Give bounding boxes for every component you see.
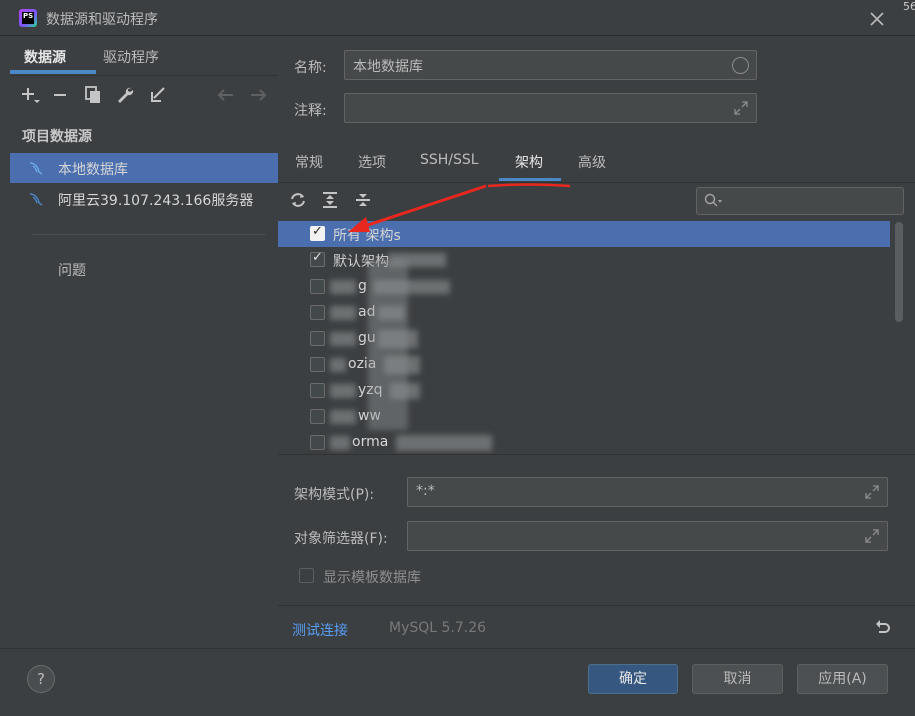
datasource-item-aliyun[interactable]: 阿里云39.107.243.166服务器 — [10, 184, 278, 214]
comment-label: 注释: — [294, 103, 327, 119]
schema-list: 所有 架构s 默认架构 g ad gu ozia yzq ww — [278, 220, 915, 454]
help-button[interactable]: ? — [27, 665, 55, 693]
copy-icon[interactable] — [83, 85, 103, 105]
redaction-blur — [330, 280, 356, 294]
redaction-blur — [330, 436, 350, 450]
comment-field[interactable] — [344, 93, 757, 123]
datasource-item-local[interactable]: 本地数据库 — [10, 153, 278, 183]
title-bar: PS 数据源和驱动程序 56 — [0, 0, 915, 36]
divider — [278, 605, 915, 606]
object-filter-label: 对象筛选器(F): — [294, 531, 388, 547]
tab-general[interactable]: 常规 — [295, 152, 323, 172]
apply-button[interactable]: 应用(A) — [797, 664, 888, 694]
background-text-fragment: 56 — [903, 0, 915, 13]
schema-list-scrollbar[interactable] — [895, 222, 903, 322]
expand-icon[interactable] — [864, 528, 880, 544]
refresh-icon[interactable] — [289, 191, 307, 209]
schema-search-input[interactable] — [696, 187, 904, 215]
schema-label: orma — [352, 434, 389, 450]
redaction-blur — [396, 435, 492, 451]
tab-drivers[interactable]: 驱动程序 — [103, 47, 159, 67]
reset-icon[interactable] — [873, 619, 891, 637]
active-tab-indicator — [10, 70, 96, 74]
object-filter-field[interactable] — [407, 521, 888, 551]
datasource-label: 本地数据库 — [58, 162, 128, 178]
name-label: 名称: — [294, 60, 327, 76]
left-tabs: 数据源 驱动程序 — [10, 36, 278, 76]
redaction-blur — [330, 410, 356, 424]
forward-arrow-icon[interactable] — [248, 85, 268, 105]
schema-checkbox[interactable] — [310, 305, 325, 320]
show-template-checkbox[interactable] — [299, 568, 314, 583]
datasource-panel: 数据源 驱动程序 项目数据源 本地数据库 阿里云39.107.243.166服务… — [10, 36, 278, 648]
schema-row[interactable]: orma — [278, 430, 890, 454]
redaction-blur — [330, 306, 356, 320]
mysql-dolphin-icon — [29, 193, 43, 206]
annotation-arrow — [348, 184, 487, 232]
search-icon — [704, 193, 722, 207]
problems-item[interactable]: 问题 — [58, 260, 86, 280]
schema-label: g — [358, 278, 367, 294]
schema-pattern-label: 架构模式(P): — [294, 487, 375, 503]
schema-checkbox[interactable] — [310, 279, 325, 294]
tab-datasources[interactable]: 数据源 — [24, 47, 66, 67]
import-icon[interactable] — [148, 85, 168, 105]
expand-icon[interactable] — [733, 100, 749, 116]
tab-advanced[interactable]: 高级 — [578, 152, 606, 172]
divider — [32, 234, 266, 235]
schema-checkbox[interactable] — [310, 357, 325, 372]
schema-checkbox[interactable] — [310, 250, 325, 267]
project-datasources-heading: 项目数据源 — [22, 129, 92, 145]
driver-version: MySQL 5.7.26 — [389, 620, 487, 636]
redaction-blur — [330, 384, 356, 398]
back-arrow-icon[interactable] — [216, 85, 236, 105]
redaction-blur — [330, 358, 346, 372]
datasource-label: 阿里云39.107.243.166服务器 — [58, 193, 254, 209]
redaction-blur — [330, 332, 356, 346]
expand-icon[interactable] — [864, 484, 880, 500]
schema-checkbox[interactable] — [310, 383, 325, 398]
schema-checkbox[interactable] — [310, 224, 325, 241]
expand-all-icon[interactable] — [321, 191, 339, 209]
cancel-button[interactable]: 取消 — [692, 664, 783, 694]
tab-options[interactable]: 选项 — [358, 152, 386, 172]
test-connection-link[interactable]: 测试连接 — [292, 620, 348, 640]
phpstorm-logo-icon: PS — [19, 9, 37, 27]
color-circle-icon[interactable] — [732, 57, 749, 74]
mysql-dolphin-icon — [29, 162, 43, 175]
wrench-icon[interactable] — [115, 85, 135, 105]
schema-checkbox[interactable] — [310, 435, 325, 450]
window-title: 数据源和驱动程序 — [46, 12, 158, 28]
annotation-underline — [487, 183, 571, 188]
name-value: 本地数据库 — [353, 59, 423, 75]
schema-checkbox[interactable] — [310, 409, 325, 424]
ok-button[interactable]: 确定 — [588, 664, 678, 694]
show-template-label: 显示模板数据库 — [323, 570, 421, 586]
redaction-blur — [368, 260, 408, 430]
add-icon[interactable] — [20, 85, 40, 105]
close-icon[interactable] — [864, 6, 890, 32]
remove-icon[interactable] — [50, 85, 70, 105]
name-field[interactable]: 本地数据库 — [344, 50, 757, 80]
active-tab-indicator — [499, 178, 561, 181]
tab-schemas[interactable]: 架构 — [515, 152, 543, 172]
schema-checkbox[interactable] — [310, 331, 325, 346]
left-border — [0, 36, 10, 648]
schema-pattern-field[interactable]: *:* — [407, 477, 888, 507]
schema-pattern-value: *:* — [416, 483, 435, 499]
tab-ssh-ssl[interactable]: SSH/SSL — [420, 152, 479, 168]
